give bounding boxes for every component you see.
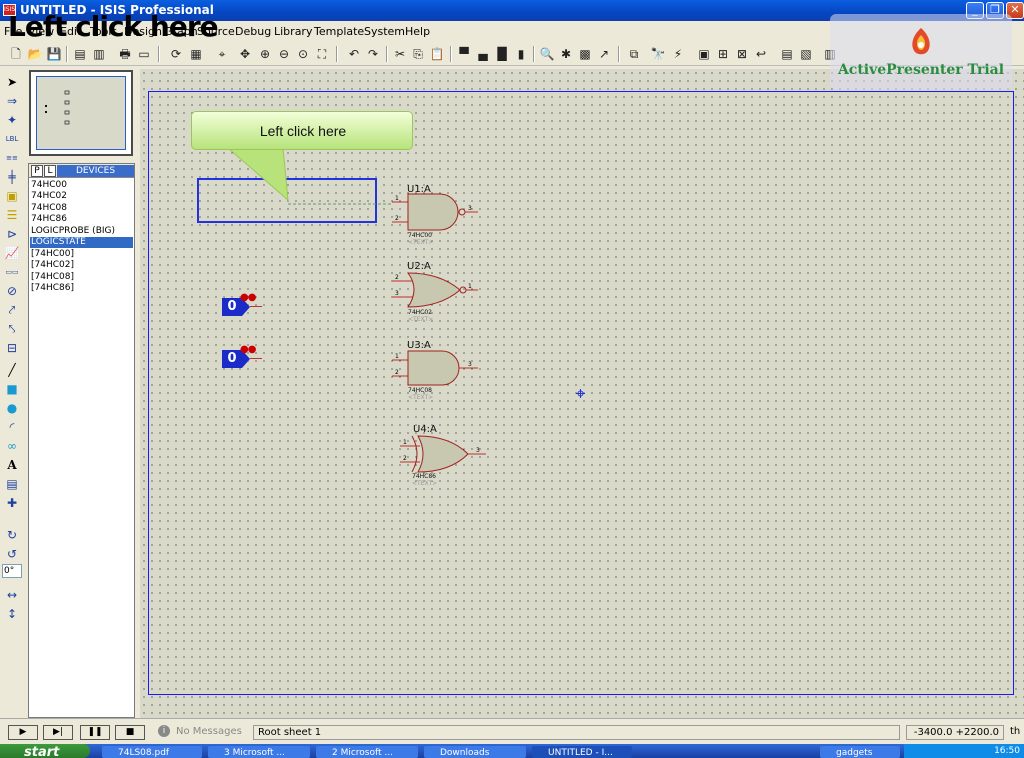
instruction-callout: Left click here — [191, 111, 413, 150]
device-item-selected[interactable]: LOGICSTATE — [30, 237, 133, 248]
block-copy-icon[interactable]: ▀ — [456, 46, 472, 62]
rotation-input[interactable]: 0° — [2, 564, 22, 578]
new-sheet-icon[interactable]: ▣ — [696, 46, 712, 62]
path-tool-icon[interactable]: ∞ — [3, 438, 21, 454]
clock: 16:50 — [994, 746, 1020, 756]
voltage-probe-icon[interactable]: ⤤ — [3, 302, 21, 318]
property-tool-icon[interactable]: ⚡ — [670, 46, 686, 62]
virtual-instruments-icon[interactable]: ⊟ — [3, 340, 21, 356]
rotate-anticlockwise-icon[interactable]: ↺ — [3, 546, 21, 562]
logic-state-pin — [250, 306, 262, 307]
pause-button[interactable]: ❚❚ — [80, 725, 110, 740]
device-item[interactable]: [74HC08] — [30, 272, 133, 283]
erc-icon[interactable]: ▧ — [798, 46, 814, 62]
generator-icon[interactable]: ⊘ — [3, 283, 21, 299]
gate-part: 74HC08 — [408, 387, 432, 394]
block-rotate-icon[interactable]: █ — [494, 46, 510, 62]
taskbar-item[interactable]: 3 Microsoft ... — [208, 746, 310, 758]
logic-state-2[interactable]: 0 — [222, 350, 250, 368]
toolbar-separator — [450, 46, 452, 62]
svg-text:3: 3 — [468, 361, 472, 368]
toolbar-separator — [618, 46, 620, 62]
mirror-horizontal-icon[interactable]: ↔ — [3, 587, 21, 603]
message-status[interactable]: No Messages — [176, 726, 242, 737]
taskbar-item[interactable]: 74LS08.pdf — [102, 746, 202, 758]
logic-state-indicator: ●● — [240, 344, 256, 355]
gate-text: <TEXT> — [408, 316, 434, 323]
sheet-status: Root sheet 1 — [253, 725, 900, 740]
symbol-tool-icon[interactable]: ▤ — [3, 476, 21, 492]
taskbar-item[interactable]: Downloads — [424, 746, 526, 758]
crosshair-cursor-icon — [576, 389, 585, 398]
svg-text:1: 1 — [468, 283, 472, 290]
marker-tool-icon[interactable]: ✚ — [3, 495, 21, 511]
device-item[interactable]: [74HC00] — [30, 249, 133, 260]
graph-mode-icon[interactable]: 📈 — [3, 245, 21, 261]
bill-of-materials-icon[interactable]: ▤ — [779, 46, 795, 62]
system-tray: 16:50 — [904, 744, 1024, 758]
gate-text: <TEXT> — [408, 394, 434, 401]
toolbar-separator — [533, 46, 535, 62]
unit-display: th — [1010, 726, 1021, 737]
logic-state-1[interactable]: 0 — [222, 298, 250, 316]
caption-overlay: Left click here — [8, 10, 219, 43]
exit-sheet-icon[interactable]: ↩ — [753, 46, 769, 62]
tape-recorder-icon[interactable]: ▭▭ — [3, 264, 21, 280]
stop-button[interactable]: ■ — [115, 725, 145, 740]
taskbar-item[interactable]: 2 Microsoft ... — [316, 746, 418, 758]
current-probe-icon[interactable]: ⤣ — [3, 321, 21, 337]
device-item[interactable]: [74HC02] — [30, 260, 133, 271]
watermark-text: ActivePresenter Trial — [837, 62, 1005, 78]
search-tag-icon[interactable]: 🔭 — [650, 46, 666, 62]
coordinate-display: -3400.0 +2200.0 — [906, 725, 1004, 740]
svg-text:2: 2 — [403, 455, 407, 462]
make-device-icon[interactable]: ✱ — [558, 46, 574, 62]
gate-part: 74HC86 — [412, 473, 436, 480]
block-move-icon[interactable]: ▄ — [475, 46, 491, 62]
callout-text: Left click here — [259, 123, 347, 139]
wire-autorouter-icon[interactable]: ⧉ — [626, 46, 642, 62]
svg-text:2: 2 — [395, 369, 399, 376]
status-bar: ▶ ▶| ❚❚ ■ i No Messages Root sheet 1 -34… — [0, 718, 1024, 744]
pick-device-icon[interactable]: 🔍 — [539, 46, 555, 62]
svg-text:3: 3 — [476, 447, 480, 454]
activepresenter-logo-icon — [912, 28, 930, 55]
package-tool-icon[interactable]: ▩ — [577, 46, 593, 62]
svg-text:3: 3 — [468, 205, 472, 212]
svg-text:3: 3 — [395, 290, 399, 297]
decompose-icon[interactable]: ↗ — [596, 46, 612, 62]
taskbar-item-active[interactable]: UNTITLED - I... — [532, 746, 632, 758]
mirror-vertical-icon[interactable]: ↕ — [3, 606, 21, 622]
gadgets-item[interactable]: gadgets — [820, 746, 900, 758]
trial-watermark: ActivePresenter Trial — [830, 14, 1012, 90]
paste-icon[interactable]: 📋 — [429, 46, 445, 62]
play-button[interactable]: ▶ — [8, 725, 38, 740]
block-delete-icon[interactable]: ▮ — [513, 46, 529, 62]
logic-state-indicator: ●● — [240, 292, 256, 303]
gate-text: <TEXT> — [408, 239, 434, 246]
svg-text:1: 1 — [395, 353, 399, 360]
device-item[interactable]: [74HC86] — [30, 283, 133, 294]
remove-sheet-icon[interactable]: ⊠ — [734, 46, 750, 62]
add-sheet-icon[interactable]: ⊞ — [715, 46, 731, 62]
box-tool-icon[interactable]: ■ — [3, 381, 21, 397]
windows-taskbar: start 74LS08.pdf 3 Microsoft ... 2 Micro… — [0, 744, 1024, 758]
svg-text:2: 2 — [395, 274, 399, 281]
gate-part: 74HC02 — [408, 309, 432, 316]
step-button[interactable]: ▶| — [43, 725, 73, 740]
start-button[interactable]: start — [0, 744, 90, 758]
device-selector: P L DEVICES 74HC00 74HC02 74HC08 74HC86 … — [28, 163, 135, 718]
svg-text:1: 1 — [403, 439, 407, 446]
circle-tool-icon[interactable]: ● — [3, 400, 21, 416]
logic-state-pin — [250, 358, 262, 359]
line-tool-icon[interactable]: ╱ — [3, 362, 21, 378]
rotate-clockwise-icon[interactable]: ↻ — [3, 527, 21, 543]
gate-part: 74HC00 — [408, 232, 432, 239]
arc-tool-icon[interactable]: ◜ — [3, 419, 21, 435]
info-icon: i — [158, 725, 170, 737]
text-tool-icon[interactable]: A — [3, 457, 21, 473]
gate-text: <TEXT> — [412, 480, 438, 487]
